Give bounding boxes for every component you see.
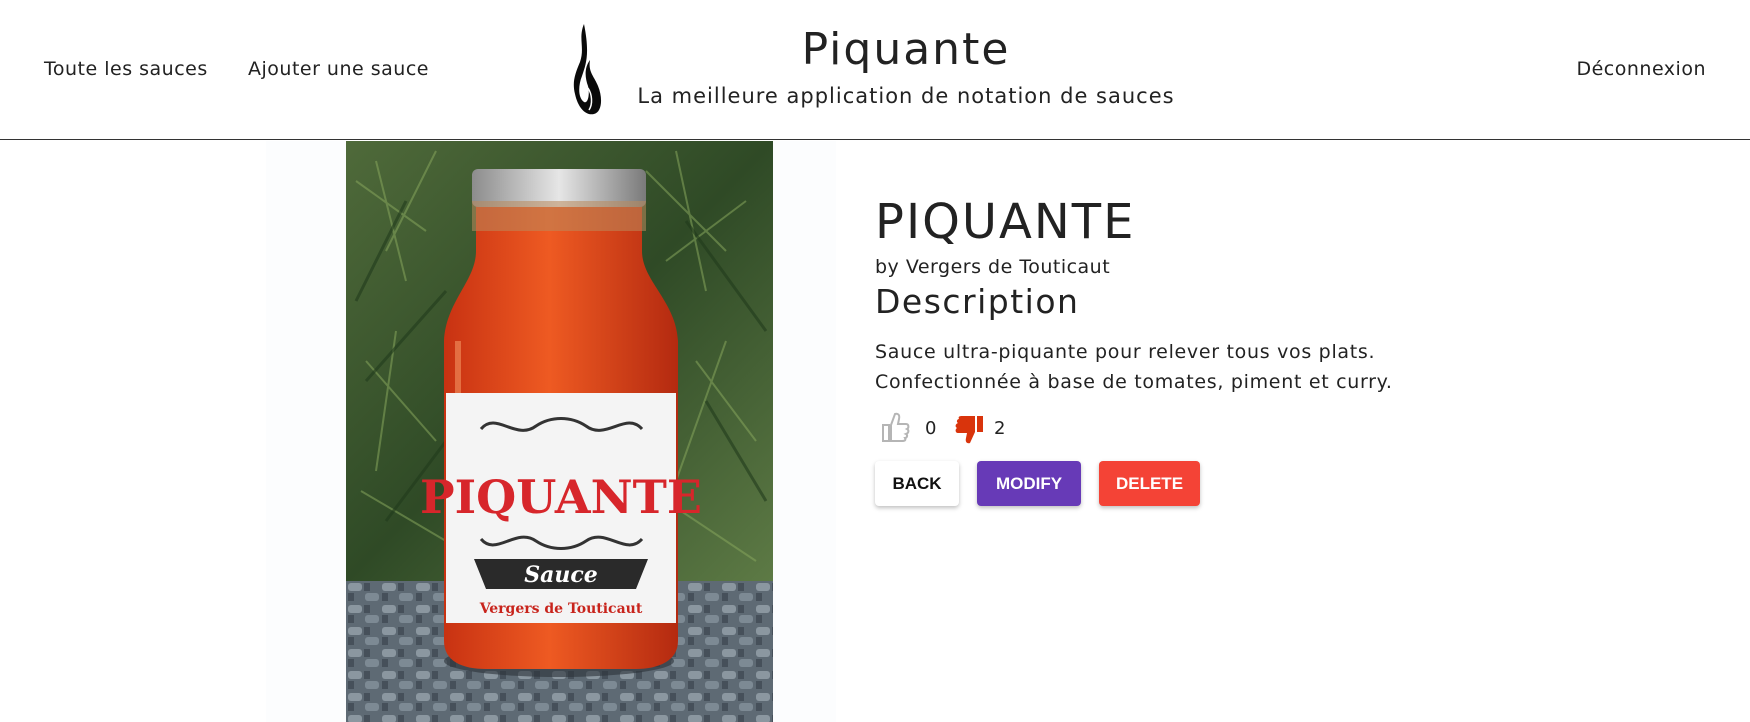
logout-link[interactable]: Déconnexion [1576, 58, 1706, 80]
thumbs-up-icon[interactable] [880, 411, 910, 443]
app-header: Toute les sauces Ajouter une sauce Piqua… [0, 0, 1750, 140]
dislike-count: 2 [994, 418, 1006, 439]
thumbs-down-icon[interactable] [953, 414, 985, 446]
label-title-text: PIQUANTE [420, 470, 702, 524]
sauce-name: PIQUANTE [875, 194, 1136, 250]
label-maker-text: Vergers de Touticaut [479, 601, 643, 617]
sauce-bottle-photo: PIQUANTE Sauce Vergers de Touticaut [346, 141, 773, 722]
label-banner-text: Sauce [524, 562, 598, 588]
sauce-description: Sauce ultra-piquante pour relever tous v… [875, 341, 1393, 393]
app-subtitle: La meilleure application de notation de … [637, 84, 1175, 108]
description-heading: Description [875, 282, 1080, 321]
like-count: 0 [925, 418, 937, 439]
back-button[interactable]: BACK [875, 461, 959, 506]
app-title: Piquante [801, 24, 1011, 75]
modify-button[interactable]: MODIFY [977, 461, 1081, 506]
sauce-manufacturer: by Vergers de Touticaut [875, 256, 1111, 278]
delete-button[interactable]: DELETE [1099, 461, 1200, 506]
sauce-image: PIQUANTE Sauce Vergers de Touticaut [346, 141, 773, 722]
